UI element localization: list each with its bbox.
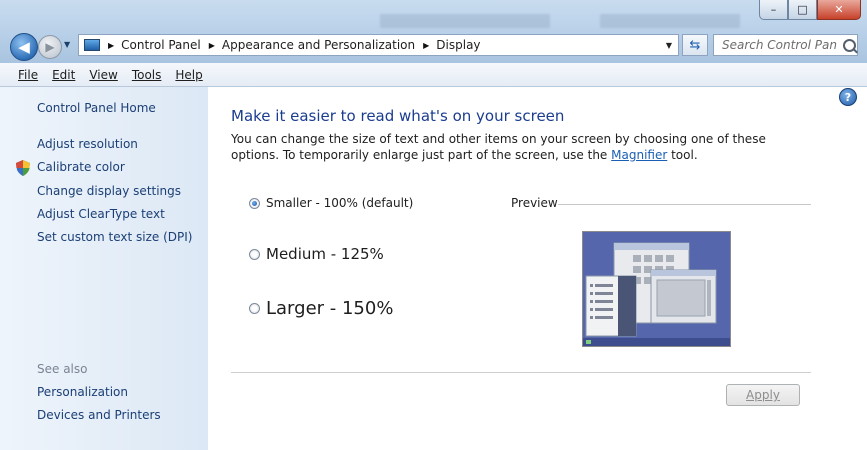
search-box[interactable] [713, 34, 858, 56]
menu-edit[interactable]: Edit [45, 68, 82, 82]
menu-file-label: File [18, 67, 39, 82]
recent-pages-button[interactable]: ▼ [64, 40, 70, 49]
refresh-button[interactable]: ⇆ [682, 34, 708, 56]
preview-label: Preview [511, 196, 558, 210]
page-description: You can change the size of text and othe… [231, 131, 811, 163]
control-panel-icon [84, 39, 100, 51]
chevron-right-icon[interactable]: ▶ [423, 41, 429, 50]
menu-tools-label: Tools [131, 67, 162, 82]
blurred-title-text [380, 14, 550, 28]
menu-file[interactable]: File [0, 68, 45, 82]
sidebar-item-change-display-settings[interactable]: Change display settings [37, 184, 181, 198]
option-smaller-label: Smaller - 100% (default) [266, 196, 414, 210]
option-medium-label: Medium - 125% [266, 245, 384, 263]
option-larger[interactable]: Larger - 150% [249, 298, 393, 319]
menu-view-label: View [89, 67, 118, 82]
menu-bar: File Edit View Tools Help [0, 63, 867, 87]
bottom-divider [231, 372, 811, 373]
option-smaller[interactable]: Smaller - 100% (default) [249, 196, 413, 210]
sidebar: Control Panel Home Adjust resolution Cal… [0, 87, 208, 450]
option-smaller-radio[interactable] [249, 197, 260, 209]
see-also-heading: See also [37, 362, 88, 376]
chevron-down-icon[interactable]: ▼ [666, 41, 672, 50]
maximize-button[interactable]: □ [788, 0, 817, 20]
apply-button[interactable]: Apply [726, 384, 800, 406]
sidebar-item-devices-printers[interactable]: Devices and Printers [37, 408, 161, 422]
breadcrumb-display[interactable]: Display [436, 38, 480, 52]
menu-help[interactable]: Help [168, 68, 209, 82]
minimize-button[interactable]: – [759, 0, 788, 20]
close-button[interactable]: ✕ [817, 0, 861, 20]
description-text-end: tool. [667, 148, 698, 162]
menu-help-label: Help [175, 67, 203, 82]
preview-desktop-graphic [583, 232, 730, 346]
main-content: ? Make it easier to read what's on your … [208, 87, 867, 450]
forward-button[interactable]: ▶ [38, 35, 62, 59]
window-controls: – □ ✕ [759, 0, 861, 20]
preview-image [582, 231, 731, 347]
preview-divider [558, 204, 811, 205]
menu-tools[interactable]: Tools [125, 68, 169, 82]
page-title: Make it easier to read what's on your sc… [231, 107, 565, 125]
address-bar[interactable]: ▶ Control Panel ▶ Appearance and Persona… [78, 34, 679, 56]
menu-view[interactable]: View [82, 68, 124, 82]
search-input[interactable] [720, 37, 839, 53]
option-larger-label: Larger - 150% [266, 298, 394, 319]
display-window: – □ ✕ ◀ ▶ ▼ ▶ Control Panel ▶ Appearance… [0, 0, 867, 450]
sidebar-item-control-panel-home[interactable]: Control Panel Home [37, 101, 156, 115]
blurred-title-text [600, 14, 740, 28]
chevron-right-icon[interactable]: ▶ [108, 41, 114, 50]
sidebar-item-custom-text-size[interactable]: Set custom text size (DPI) [37, 230, 192, 244]
option-larger-radio[interactable] [249, 303, 260, 314]
back-button[interactable]: ◀ [10, 33, 38, 61]
sidebar-item-adjust-cleartype[interactable]: Adjust ClearType text [37, 207, 165, 221]
breadcrumb-appearance[interactable]: Appearance and Personalization [222, 38, 415, 52]
chevron-right-icon[interactable]: ▶ [209, 41, 215, 50]
help-icon[interactable]: ? [839, 88, 857, 106]
search-icon[interactable] [843, 38, 856, 52]
title-bar: – □ ✕ ◀ ▶ ▼ ▶ Control Panel ▶ Appearance… [0, 0, 867, 63]
magnifier-link[interactable]: Magnifier [611, 148, 667, 162]
sidebar-item-personalization[interactable]: Personalization [37, 385, 128, 399]
sidebar-item-calibrate-color[interactable]: Calibrate color [37, 160, 125, 174]
uac-shield-icon [16, 160, 30, 176]
breadcrumb-control-panel[interactable]: Control Panel [121, 38, 201, 52]
option-medium[interactable]: Medium - 125% [249, 245, 384, 263]
option-medium-radio[interactable] [249, 248, 260, 260]
menu-edit-label: Edit [52, 67, 76, 82]
sidebar-item-adjust-resolution[interactable]: Adjust resolution [37, 137, 138, 151]
